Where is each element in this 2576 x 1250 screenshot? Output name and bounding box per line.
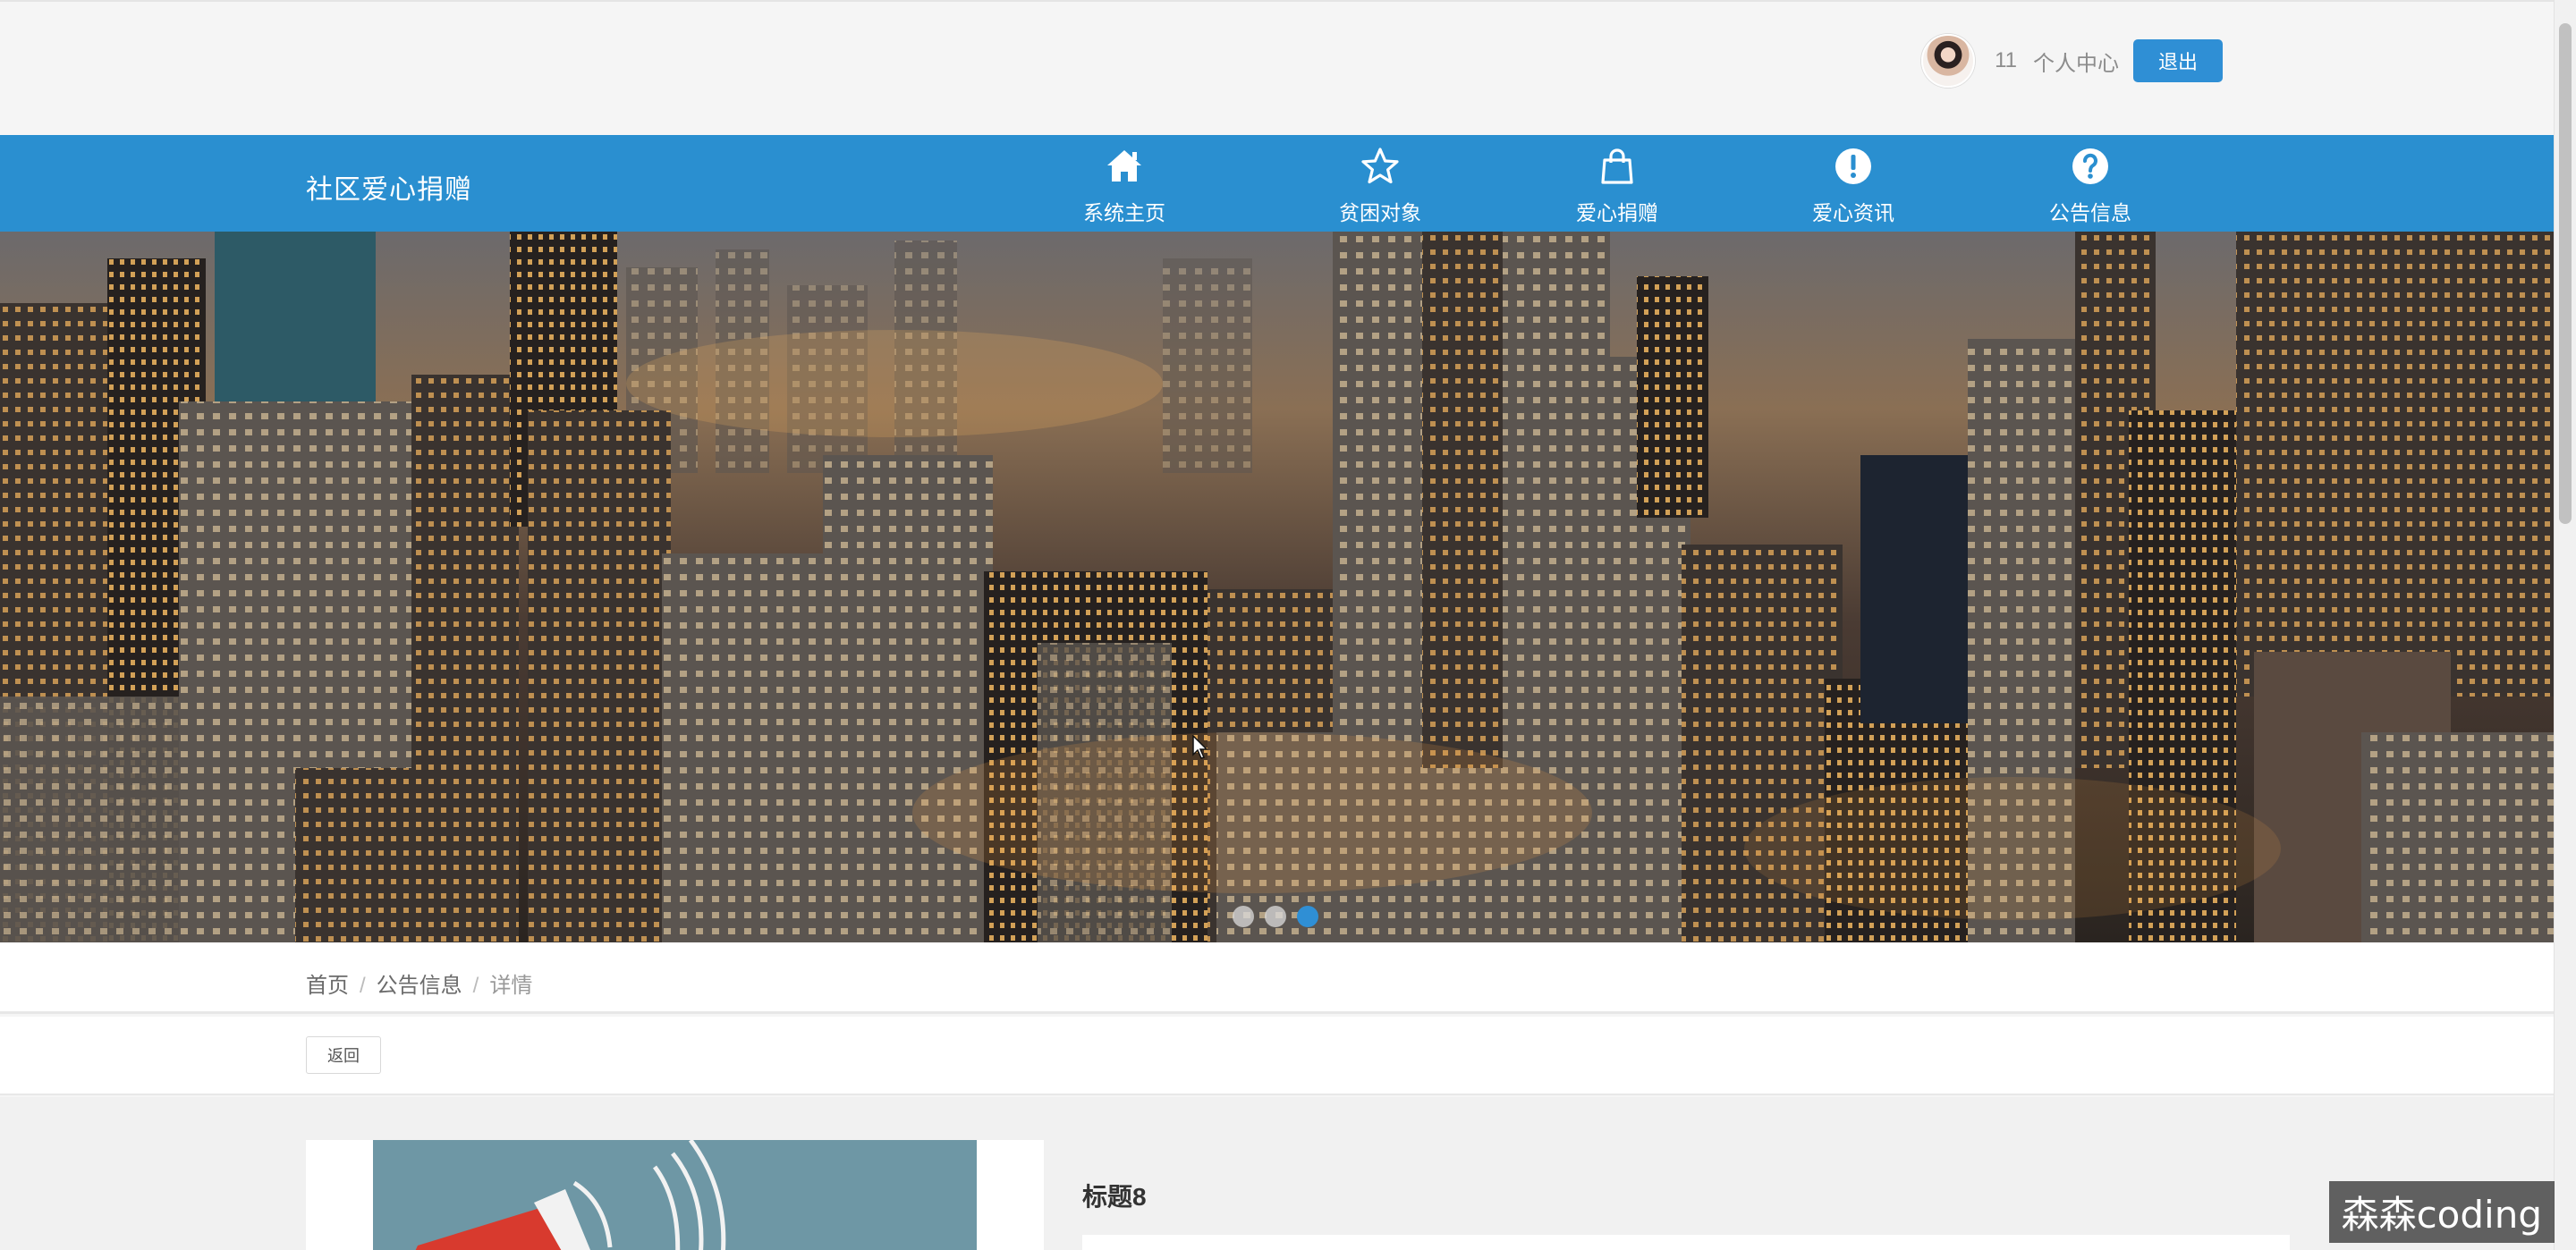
breadcrumb: 首页 / 公告信息 / 详情 (306, 967, 532, 999)
nav-label-home: 系统主页 (1083, 201, 1165, 224)
username: 11 (1995, 48, 2017, 72)
nav-item-poor-targets[interactable]: 贫困对象 (1291, 146, 1470, 226)
breadcrumb-notice[interactable]: 公告信息 (377, 974, 462, 998)
notice-image-card (306, 1140, 1044, 1250)
action-bar: 返回 (0, 1017, 2554, 1095)
breadcrumb-home[interactable]: 首页 (306, 974, 349, 998)
carousel-dot-2[interactable] (1265, 906, 1286, 927)
nav-label-donation: 爱心捐赠 (1576, 201, 1658, 224)
city-skyline-image (0, 232, 2554, 942)
detail-content: 标题8 (0, 1097, 2554, 1250)
nav-item-news[interactable]: 爱心资讯 (1764, 146, 1943, 226)
main-nav: 社区爱心捐赠 系统主页 贫困对象 爱心捐赠 爱心资讯 公告信息 (0, 135, 2554, 232)
nav-label-poor-targets: 贫困对象 (1339, 201, 1421, 224)
breadcrumb-separator: / (360, 974, 366, 998)
megaphone-icon (373, 1140, 977, 1250)
nav-item-donation[interactable]: 爱心捐赠 (1528, 146, 1707, 226)
nav-item-home[interactable]: 系统主页 (1035, 146, 1214, 226)
breadcrumb-separator: / (472, 974, 479, 998)
detail-title: 标题8 (1082, 1183, 1147, 1211)
back-button[interactable]: 返回 (306, 1036, 381, 1074)
nav-item-notice[interactable]: 公告信息 (2001, 146, 2180, 226)
watermark: 森森coding (2328, 1181, 2555, 1243)
star-icon (1361, 148, 1399, 184)
home-icon (1107, 150, 1141, 182)
exclamation-circle-icon (1835, 148, 1871, 184)
nav-label-notice: 公告信息 (2049, 201, 2131, 224)
mouse-cursor-icon (1192, 735, 1208, 759)
page: 11 个人中心 退出 社区爱心捐赠 系统主页 贫困对象 爱心捐赠 爱心资讯 公告… (0, 0, 2576, 1250)
top-user-bar: 11 个人中心 退出 (0, 0, 2554, 134)
notice-image (373, 1140, 977, 1250)
breadcrumb-current: 详情 (489, 974, 533, 998)
scrollbar-thumb[interactable] (2559, 23, 2572, 524)
detail-body (1082, 1235, 2290, 1250)
shopping-bag-icon (1601, 148, 1633, 184)
site-brand: 社区爱心捐赠 (306, 175, 472, 205)
banner-carousel[interactable] (0, 232, 2554, 942)
carousel-dot-1[interactable] (1233, 906, 1254, 927)
personal-center-link[interactable]: 个人中心 (2033, 46, 2119, 77)
carousel-dot-3[interactable] (1297, 906, 1318, 927)
carousel-dots (1233, 906, 1318, 927)
page-scrollbar[interactable] (2554, 0, 2576, 1250)
user-box: 11 个人中心 退出 (1921, 34, 2223, 88)
logout-button[interactable]: 退出 (2132, 39, 2223, 82)
question-circle-icon (2072, 148, 2108, 184)
avatar[interactable] (1921, 34, 1976, 88)
breadcrumb-bar: 首页 / 公告信息 / 详情 (0, 942, 2554, 1014)
nav-label-news: 爱心资讯 (1812, 201, 1894, 224)
